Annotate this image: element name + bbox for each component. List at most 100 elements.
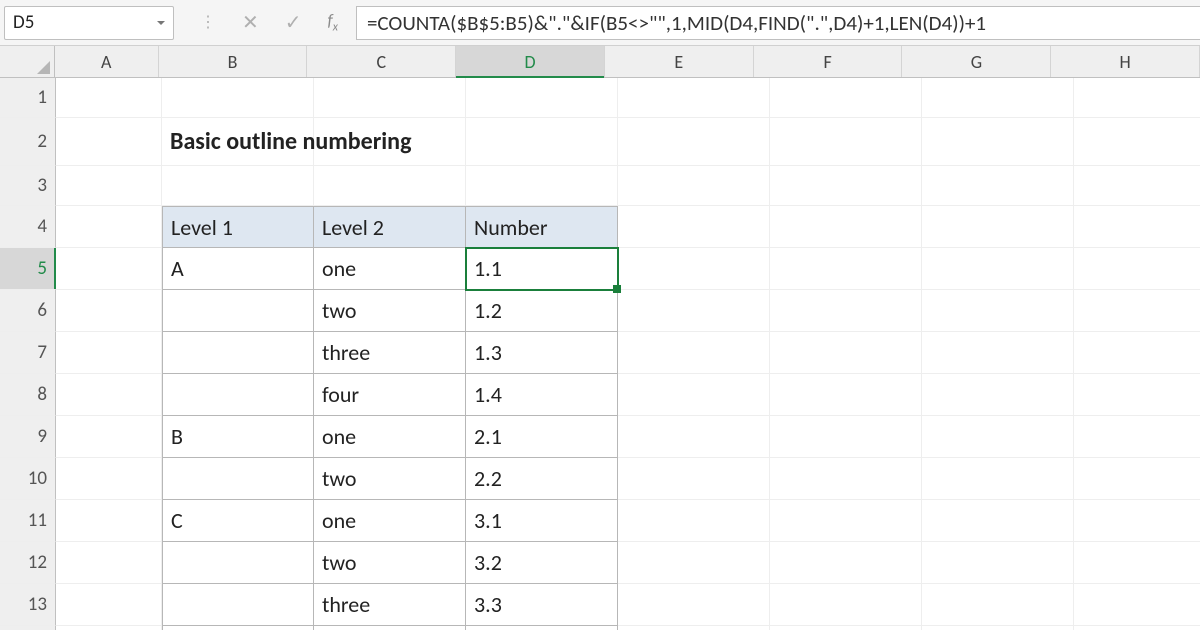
cell-C3[interactable] xyxy=(314,166,466,206)
cell-E7[interactable] xyxy=(618,332,770,374)
cell-G5[interactable] xyxy=(922,248,1074,290)
cell-F7[interactable] xyxy=(770,332,922,374)
cell-A7[interactable] xyxy=(56,332,162,374)
cell-F14[interactable] xyxy=(770,626,922,630)
cell-E4[interactable] xyxy=(618,206,770,248)
cell-E11[interactable] xyxy=(618,500,770,542)
cell-H13[interactable] xyxy=(1074,584,1200,626)
cell-A12[interactable] xyxy=(56,542,162,584)
cell-E12[interactable] xyxy=(618,542,770,584)
cell-B7[interactable] xyxy=(162,332,314,374)
cell-D10[interactable]: 2.2 xyxy=(466,458,618,500)
cell-B11[interactable]: C xyxy=(162,500,314,542)
cell-F1[interactable] xyxy=(770,78,922,118)
cell-C13[interactable]: three xyxy=(314,584,466,626)
cell-F5[interactable] xyxy=(770,248,922,290)
cell-G3[interactable] xyxy=(922,166,1074,206)
column-header-B[interactable]: B xyxy=(159,46,308,77)
cell-H14[interactable] xyxy=(1074,626,1200,630)
cell-B14[interactable]: D xyxy=(162,626,314,630)
cell-E9[interactable] xyxy=(618,416,770,458)
row-header-8[interactable]: 8 xyxy=(0,374,56,416)
cell-B1[interactable] xyxy=(162,78,314,118)
cell-F4[interactable] xyxy=(770,206,922,248)
cell-G4[interactable] xyxy=(922,206,1074,248)
cell-A4[interactable] xyxy=(56,206,162,248)
select-all-button[interactable] xyxy=(0,46,55,77)
cell-D11[interactable]: 3.1 xyxy=(466,500,618,542)
cell-C5[interactable]: one xyxy=(314,248,466,290)
cell-B2-title[interactable]: Basic outline numbering xyxy=(162,118,314,166)
cell-B13[interactable] xyxy=(162,584,314,626)
column-header-E[interactable]: E xyxy=(605,46,754,77)
cell-D12[interactable]: 3.2 xyxy=(466,542,618,584)
cell-H3[interactable] xyxy=(1074,166,1200,206)
column-header-H[interactable]: H xyxy=(1051,46,1200,77)
cell-B8[interactable] xyxy=(162,374,314,416)
cell-E14[interactable] xyxy=(618,626,770,630)
cell-E6[interactable] xyxy=(618,290,770,332)
cell-A10[interactable] xyxy=(56,458,162,500)
cell-A3[interactable] xyxy=(56,166,162,206)
row-header-14[interactable]: 14 xyxy=(0,626,56,630)
cell-G7[interactable] xyxy=(922,332,1074,374)
cell-D5[interactable]: 1.1 xyxy=(466,248,618,290)
cell-H10[interactable] xyxy=(1074,458,1200,500)
row-header-1[interactable]: 1 xyxy=(0,78,56,118)
cell-D13[interactable]: 3.3 xyxy=(466,584,618,626)
column-header-G[interactable]: G xyxy=(902,46,1051,77)
cell-H9[interactable] xyxy=(1074,416,1200,458)
cell-E8[interactable] xyxy=(618,374,770,416)
cell-D2[interactable] xyxy=(466,118,618,166)
cell-C12[interactable]: two xyxy=(314,542,466,584)
row-header-9[interactable]: 9 xyxy=(0,416,56,458)
cell-H11[interactable] xyxy=(1074,500,1200,542)
cell-H4[interactable] xyxy=(1074,206,1200,248)
cell-E13[interactable] xyxy=(618,584,770,626)
cell-C2[interactable] xyxy=(314,118,466,166)
cell-C11[interactable]: one xyxy=(314,500,466,542)
row-header-11[interactable]: 11 xyxy=(0,500,56,542)
column-header-A[interactable]: A xyxy=(55,46,159,77)
cell-G9[interactable] xyxy=(922,416,1074,458)
column-header-F[interactable]: F xyxy=(754,46,903,77)
cell-A5[interactable] xyxy=(56,248,162,290)
formula-bar[interactable]: =COUNTA($B$5:B5)&"."&IF(B5<>"",1,MID(D4,… xyxy=(356,6,1200,40)
cell-F10[interactable] xyxy=(770,458,922,500)
cell-A1[interactable] xyxy=(56,78,162,118)
row-header-2[interactable]: 2 xyxy=(0,118,56,166)
cell-A2[interactable] xyxy=(56,118,162,166)
row-header-10[interactable]: 10 xyxy=(0,458,56,500)
cell-H1[interactable] xyxy=(1074,78,1200,118)
cell-C8[interactable]: four xyxy=(314,374,466,416)
cell-F12[interactable] xyxy=(770,542,922,584)
cell-E3[interactable] xyxy=(618,166,770,206)
cell-D7[interactable]: 1.3 xyxy=(466,332,618,374)
cell-D8[interactable]: 1.4 xyxy=(466,374,618,416)
cell-E10[interactable] xyxy=(618,458,770,500)
cell-D3[interactable] xyxy=(466,166,618,206)
row-header-13[interactable]: 13 xyxy=(0,584,56,626)
cell-D4-header[interactable]: Number xyxy=(466,206,618,248)
cell-B6[interactable] xyxy=(162,290,314,332)
cell-C7[interactable]: three xyxy=(314,332,466,374)
cell-G10[interactable] xyxy=(922,458,1074,500)
cell-G11[interactable] xyxy=(922,500,1074,542)
name-box[interactable]: D5 xyxy=(4,6,174,40)
row-header-6[interactable]: 6 xyxy=(0,290,56,332)
cell-G14[interactable] xyxy=(922,626,1074,630)
cell-H7[interactable] xyxy=(1074,332,1200,374)
cell-B12[interactable] xyxy=(162,542,314,584)
cell-A13[interactable] xyxy=(56,584,162,626)
cell-A6[interactable] xyxy=(56,290,162,332)
cell-E2[interactable] xyxy=(618,118,770,166)
cell-C10[interactable]: two xyxy=(314,458,466,500)
cell-G2[interactable] xyxy=(922,118,1074,166)
cell-F6[interactable] xyxy=(770,290,922,332)
cell-F8[interactable] xyxy=(770,374,922,416)
cell-A11[interactable] xyxy=(56,500,162,542)
cell-H2[interactable] xyxy=(1074,118,1200,166)
name-box-dropdown-icon[interactable] xyxy=(149,7,173,39)
cell-B4-header[interactable]: Level 1 xyxy=(162,206,314,248)
cell-A14[interactable] xyxy=(56,626,162,630)
